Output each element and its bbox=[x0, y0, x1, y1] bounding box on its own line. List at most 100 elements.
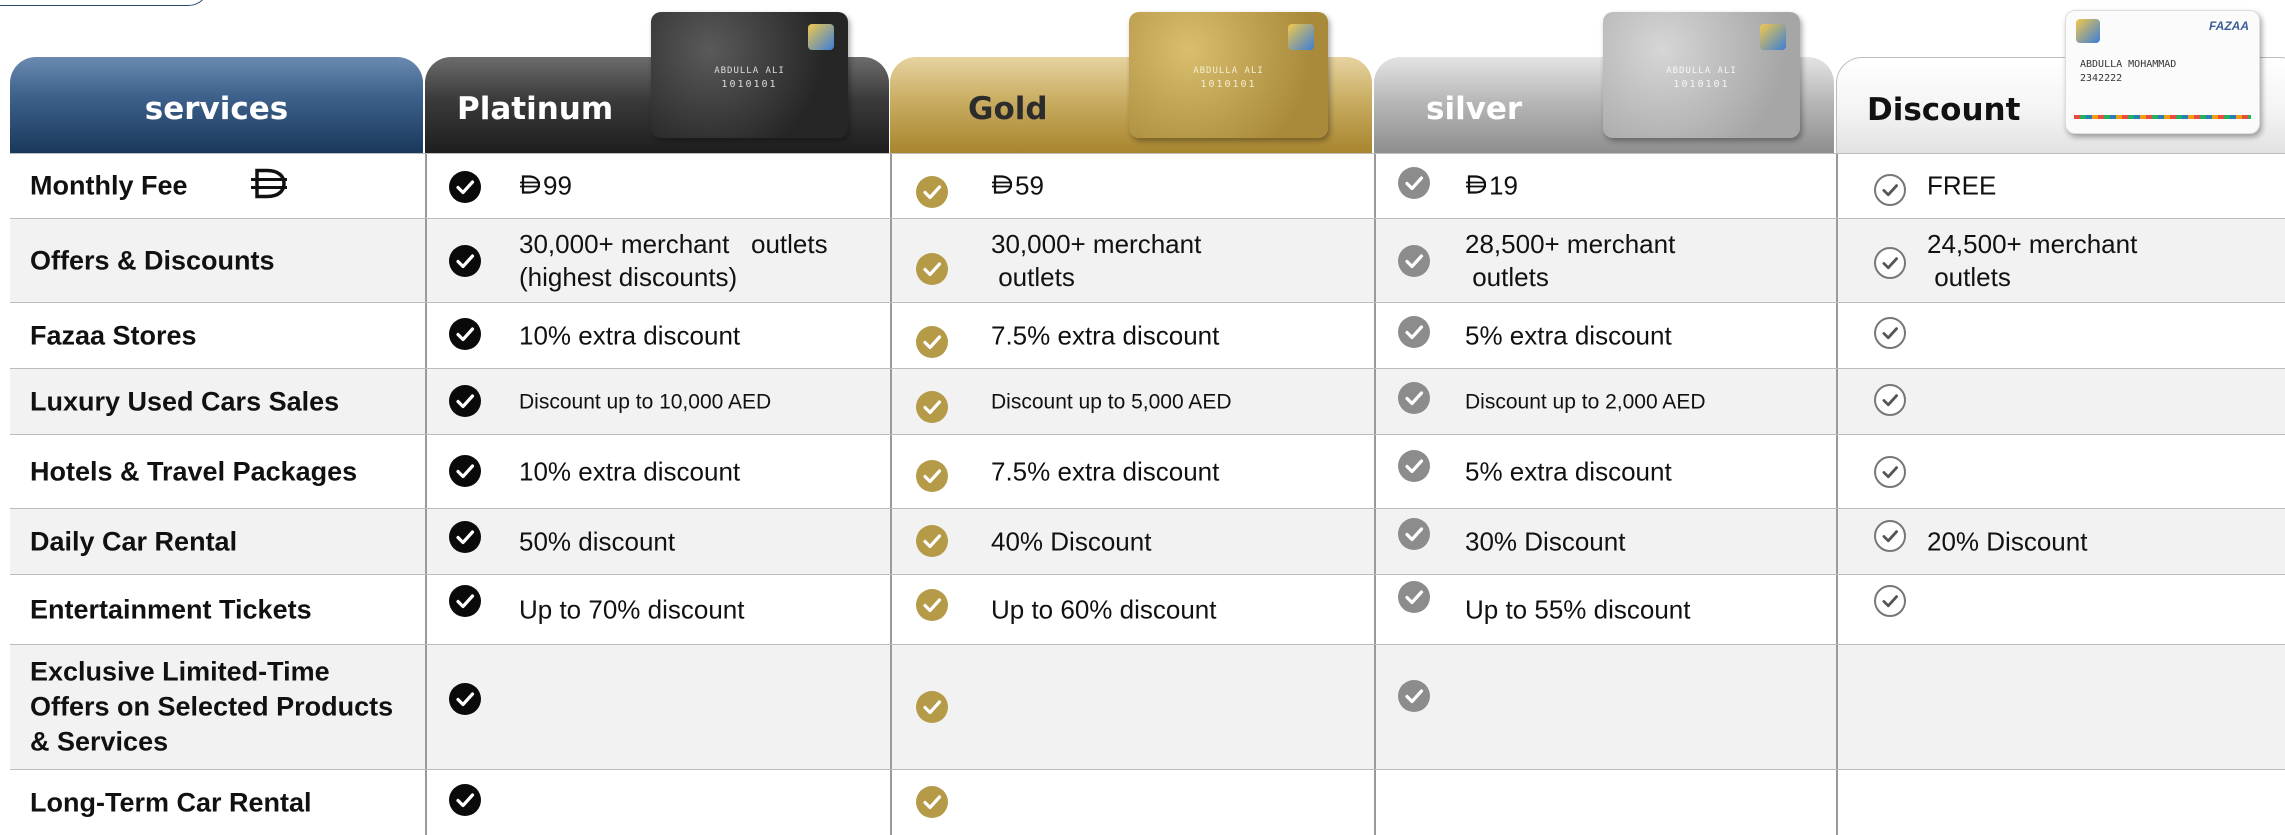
gold-cell: Up to 60% discount bbox=[890, 575, 1374, 644]
check-icon bbox=[449, 245, 481, 277]
discount-card-image: FAZAA ABDULLA MOHAMMAD 2342222 bbox=[2065, 10, 2260, 134]
check-icon bbox=[916, 525, 948, 557]
table-row: Long-Term Car Rental bbox=[10, 769, 2285, 835]
check-icon bbox=[1398, 316, 1430, 348]
card-pattern-stripe bbox=[2074, 115, 2251, 119]
discount-cell bbox=[1836, 369, 2285, 434]
discount-cell bbox=[1836, 435, 2285, 508]
gold-card-image: ABDULLA ALI 1010101 bbox=[1129, 12, 1328, 138]
check-icon bbox=[1874, 520, 1906, 552]
check-icon bbox=[449, 385, 481, 417]
service-label: Luxury Used Cars Sales bbox=[30, 386, 340, 416]
card-number: 1010101 bbox=[1200, 79, 1257, 90]
silver-value: 5% extra discount bbox=[1465, 456, 1672, 486]
silver-cell: 30% Discount bbox=[1374, 509, 1836, 574]
silver-value: 28,500+ merchant outlets bbox=[1465, 228, 1676, 292]
fazaa-logo-icon bbox=[808, 24, 834, 50]
check-icon bbox=[1398, 450, 1430, 482]
check-icon bbox=[1874, 456, 1906, 488]
check-icon bbox=[916, 326, 948, 358]
platinum-cell: 30,000+ merchant outlets (highest discou… bbox=[425, 219, 890, 302]
top-tab-outline bbox=[0, 0, 210, 6]
gold-cell: 30,000+ merchant outlets bbox=[890, 219, 1374, 302]
gold-value: 40% Discount bbox=[991, 526, 1152, 556]
check-icon bbox=[916, 786, 948, 818]
platinum-cell: 50% discount bbox=[425, 509, 890, 574]
discount-cell bbox=[1836, 575, 2285, 644]
platinum-value: 10% extra discount bbox=[519, 320, 741, 350]
fazaa-logo-icon bbox=[2076, 19, 2100, 43]
silver-value: 30% Discount bbox=[1465, 526, 1626, 556]
discount-cell: 24,500+ merchant outlets bbox=[1836, 219, 2285, 302]
card-number: 1010101 bbox=[721, 79, 778, 90]
service-label: Fazaa Stores bbox=[30, 320, 197, 350]
check-icon bbox=[1874, 174, 1906, 206]
fazaa-logo-icon bbox=[1288, 24, 1314, 50]
platinum-value: 50% discount bbox=[519, 526, 676, 556]
service-cell: Offers & Discounts bbox=[10, 219, 425, 302]
check-icon bbox=[916, 691, 948, 723]
service-label: Monthly Fee bbox=[30, 170, 188, 201]
check-icon bbox=[449, 521, 481, 553]
check-icon bbox=[1398, 518, 1430, 550]
card-holder-name: ABDULLA MOHAMMAD bbox=[2080, 59, 2177, 70]
service-cell: Hotels & Travel Packages bbox=[10, 435, 425, 508]
silver-cell bbox=[1374, 770, 1836, 835]
fazaa-logo-icon bbox=[1760, 24, 1786, 50]
check-icon bbox=[916, 391, 948, 423]
card-holder-name: ABDULLA ALI bbox=[1193, 66, 1264, 76]
table-row: Monthly Fee 99 59 19 FREE bbox=[10, 153, 2285, 218]
gold-cell bbox=[890, 770, 1374, 835]
platinum-value: 30,000+ merchant outlets (highest discou… bbox=[519, 228, 828, 292]
check-icon bbox=[449, 455, 481, 487]
gold-value: Discount up to 5,000 AED bbox=[991, 390, 1232, 413]
check-icon bbox=[1398, 581, 1430, 613]
card-number: 1010101 bbox=[1673, 79, 1730, 90]
table-row: Luxury Used Cars Sales Discount up to 10,… bbox=[10, 368, 2285, 434]
card-holder-name: ABDULLA ALI bbox=[1666, 66, 1737, 76]
table-row: Fazaa Stores 10% extra discount 7.5% extra… bbox=[10, 302, 2285, 368]
fee-amount: 19 bbox=[1489, 170, 1518, 201]
header-discount-label: Discount bbox=[1867, 92, 2021, 128]
comparison-table: Monthly Fee 99 59 19 FREE Offers & Discounts 3… bbox=[10, 153, 2285, 835]
check-icon bbox=[1874, 317, 1906, 349]
fee-amount: 99 bbox=[543, 170, 572, 201]
gold-value: 30,000+ merchant outlets bbox=[991, 228, 1202, 292]
dirham-icon bbox=[1465, 170, 1487, 203]
table-row: Entertainment Tickets Up to 70% discount U… bbox=[10, 574, 2285, 644]
header-platinum-label: Platinum bbox=[457, 91, 614, 127]
gold-cell: Discount up to 5,000 AED bbox=[890, 369, 1374, 434]
platinum-cell bbox=[425, 645, 890, 769]
check-icon bbox=[1398, 167, 1430, 199]
platinum-value: Up to 70% discount bbox=[519, 594, 745, 624]
check-icon bbox=[449, 784, 481, 816]
header-gold-label: Gold bbox=[968, 91, 1048, 127]
discount-cell bbox=[1836, 645, 2285, 769]
service-cell: Long-Term Car Rental bbox=[10, 770, 425, 835]
platinum-cell: 10% extra discount bbox=[425, 435, 890, 508]
gold-value: 59 bbox=[991, 170, 1044, 203]
gold-cell: 7.5% extra discount bbox=[890, 303, 1374, 368]
fee-amount: 59 bbox=[1015, 170, 1044, 201]
table-row: Daily Car Rental 50% discount 40% Discount… bbox=[10, 508, 2285, 574]
table-row: Hotels & Travel Packages 10% extra discou… bbox=[10, 434, 2285, 508]
silver-value: 19 bbox=[1465, 170, 1518, 203]
service-cell: Luxury Used Cars Sales bbox=[10, 369, 425, 434]
dirham-icon bbox=[249, 167, 289, 206]
silver-cell: 5% extra discount bbox=[1374, 435, 1836, 508]
gold-value: 7.5% extra discount bbox=[991, 456, 1220, 486]
card-brand: FAZAA bbox=[2209, 19, 2249, 33]
platinum-card-image: ABDULLA ALI 1010101 bbox=[651, 12, 848, 138]
service-cell: Fazaa Stores bbox=[10, 303, 425, 368]
header-silver-label: silver bbox=[1426, 91, 1523, 127]
header-services-label: services bbox=[144, 91, 289, 127]
check-icon bbox=[916, 589, 948, 621]
check-icon bbox=[1874, 247, 1906, 279]
discount-cell: FREE bbox=[1836, 154, 2285, 218]
dirham-icon bbox=[519, 170, 541, 203]
service-label: Entertainment Tickets bbox=[30, 594, 312, 624]
service-cell: Monthly Fee bbox=[10, 154, 425, 218]
platinum-value: 99 bbox=[519, 170, 572, 203]
check-icon bbox=[449, 683, 481, 715]
service-label: Offers & Discounts bbox=[30, 245, 275, 275]
